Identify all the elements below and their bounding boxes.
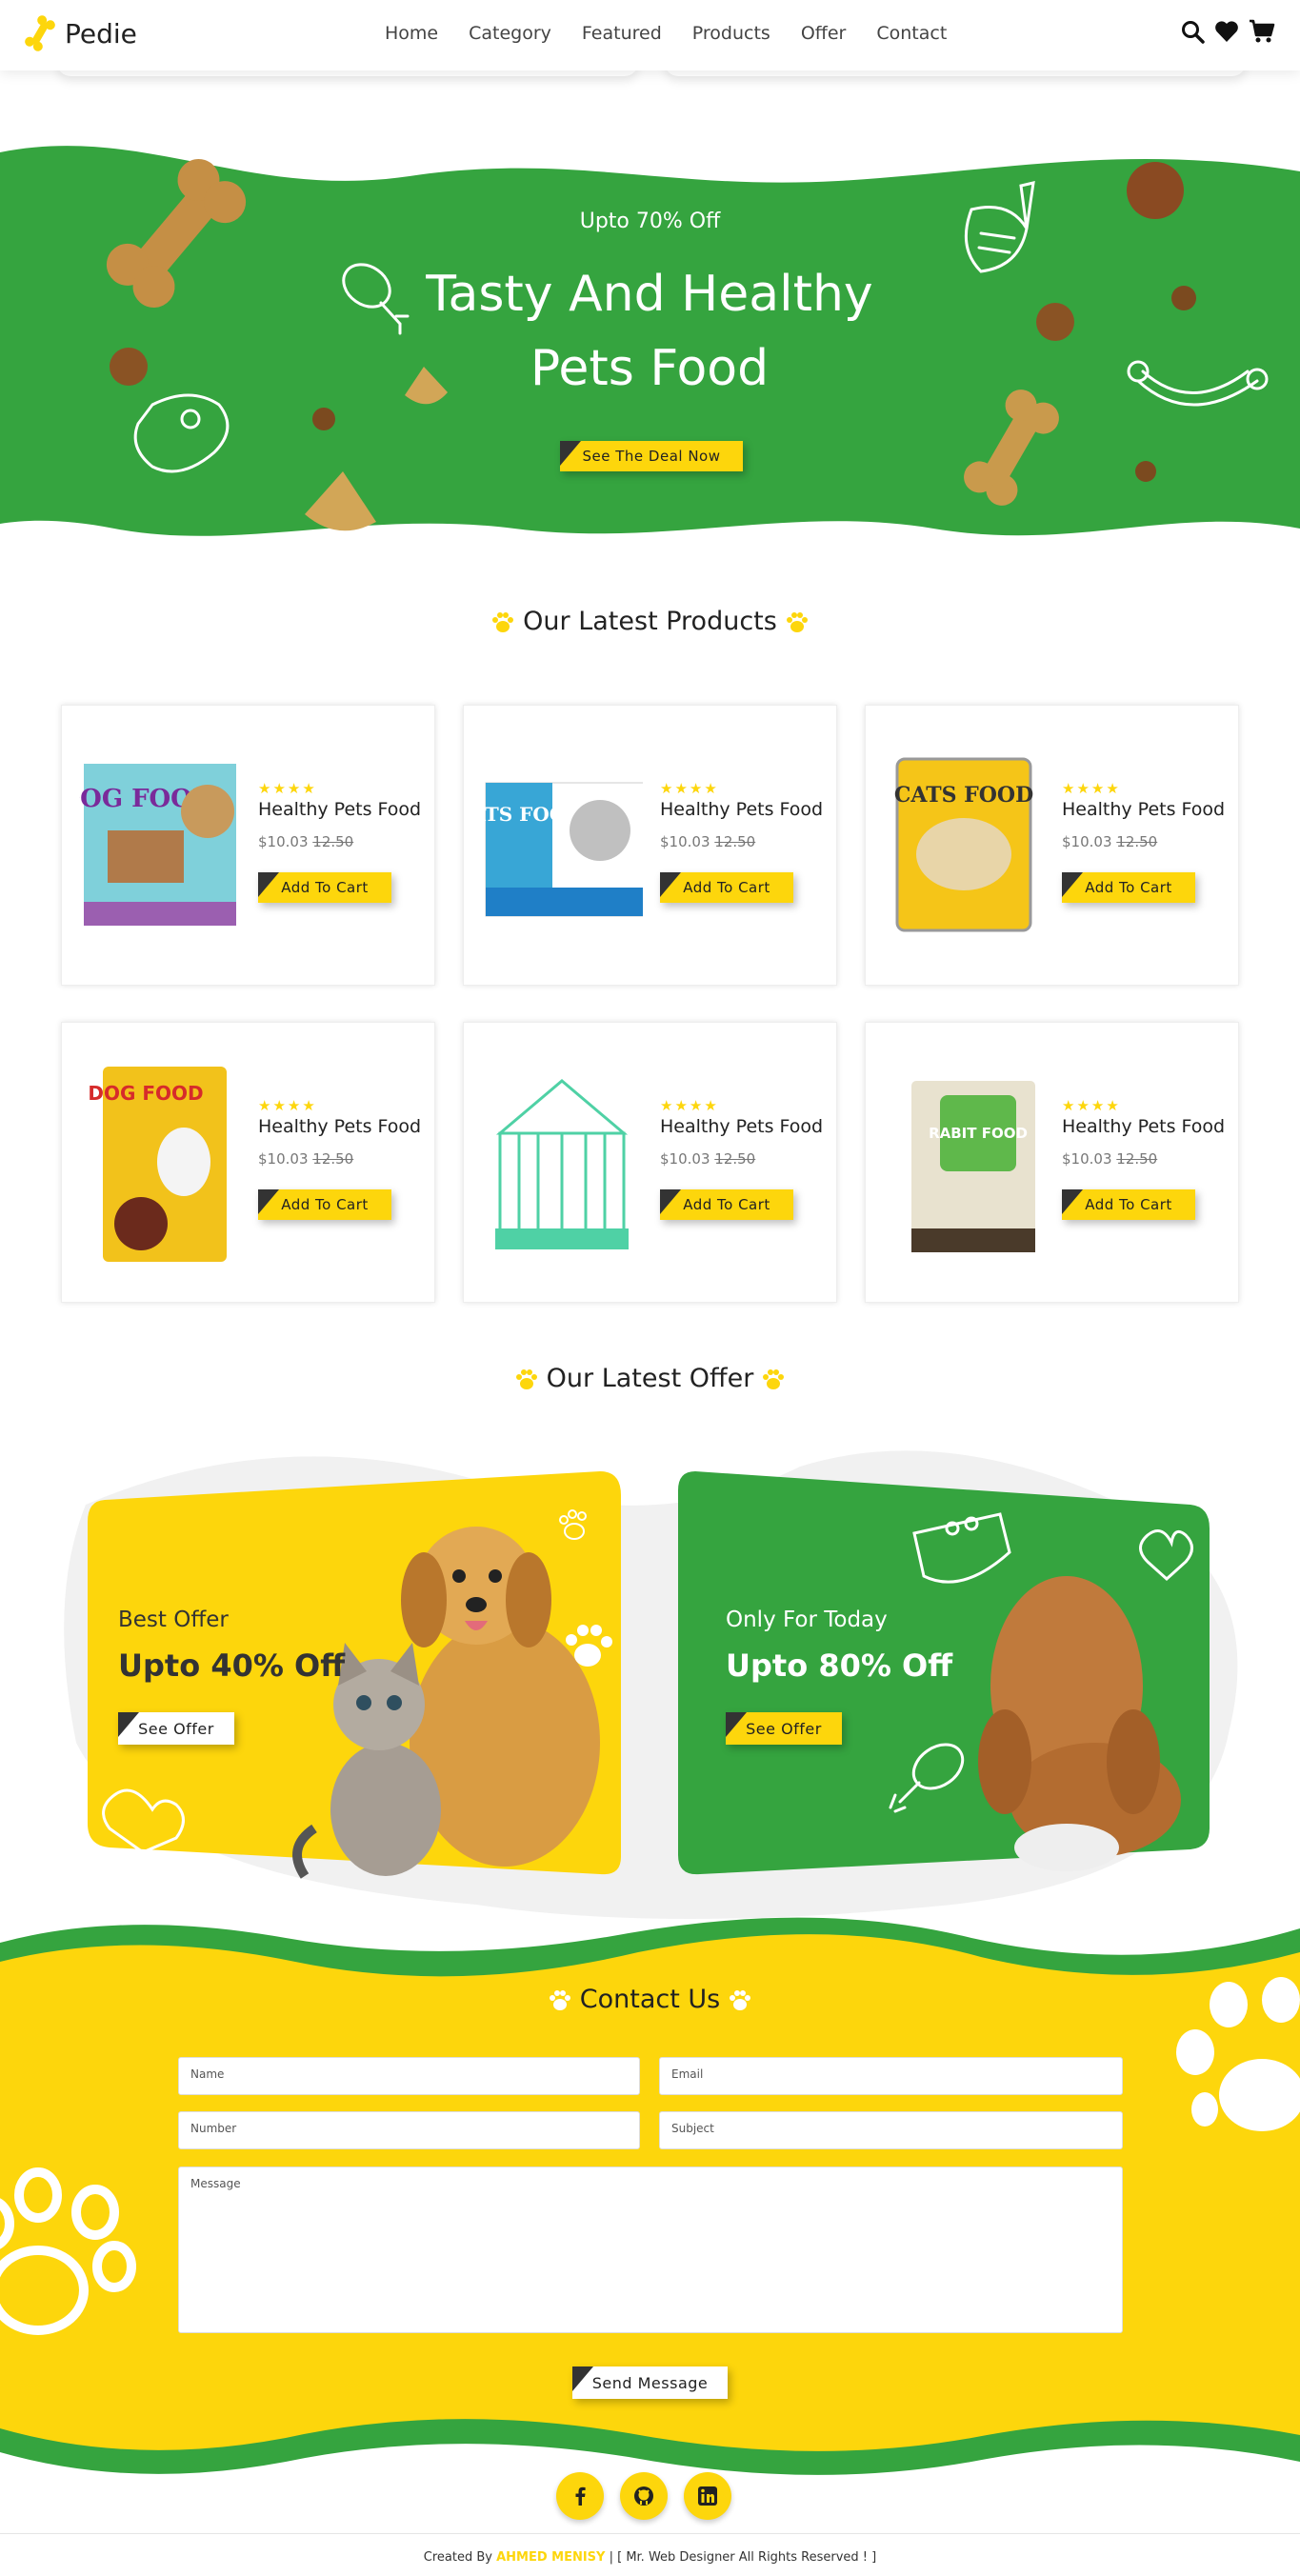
nav-contact[interactable]: Contact	[876, 23, 947, 44]
number-field[interactable]: Number	[178, 2111, 640, 2149]
product-card: DOG FOOD ★★★★ Healthy Pets Food $10.03 1…	[61, 1022, 435, 1303]
rating-stars: ★★★★	[1062, 1097, 1121, 1114]
rating-stars: ★★★★	[660, 780, 719, 797]
add-to-cart-button[interactable]: Add To Cart	[258, 1189, 391, 1220]
header-icons	[1180, 19, 1275, 44]
logo-text: Pedie	[65, 17, 137, 50]
add-to-cart-button[interactable]: Add To Cart	[660, 1189, 793, 1220]
search-icon[interactable]	[1180, 19, 1205, 44]
offer-label: Only For Today	[726, 1608, 888, 1632]
svg-text:DOG FOOD: DOG FOOD	[88, 1082, 203, 1105]
offers-section-title: Our Latest Offer	[0, 1364, 1300, 1393]
product-price: $10.03 12.50	[660, 833, 756, 850]
facebook-icon[interactable]	[556, 2472, 604, 2520]
add-to-cart-button[interactable]: Add To Cart	[660, 872, 793, 903]
linkedin-icon[interactable]	[684, 2472, 731, 2520]
product-name: Healthy Pets Food	[660, 799, 824, 820]
nav-category[interactable]: Category	[469, 23, 551, 44]
logo[interactable]: Pedie	[25, 13, 137, 53]
rating-stars: ★★★★	[1062, 780, 1121, 797]
hero-title: Tasty And Healthy Pets Food	[411, 257, 888, 406]
kibble-image	[1036, 303, 1074, 341]
nav-offer[interactable]: Offer	[801, 23, 847, 44]
site-header: Pedie Home Category Featured Products Of…	[0, 0, 1300, 70]
offer-label: Best Offer	[118, 1608, 229, 1632]
page: Pedie Home Category Featured Products Of…	[0, 0, 1300, 2576]
hero-title-line: Pets Food	[530, 340, 770, 397]
kibble-image	[110, 348, 148, 386]
product-price: $10.03 12.50	[1062, 833, 1158, 850]
nav-featured[interactable]: Featured	[582, 23, 662, 44]
main-nav: Home Category Featured Products Offer Co…	[385, 23, 947, 44]
author-link[interactable]: AHMED MENISY	[496, 2550, 605, 2565]
offers-title-text: Our Latest Offer	[546, 1364, 754, 1393]
products-title-text: Our Latest Products	[523, 607, 777, 636]
product-name: Healthy Pets Food	[1062, 1116, 1226, 1137]
offer-headline: Upto 80% Off	[726, 1647, 953, 1684]
add-to-cart-button[interactable]: Add To Cart	[1062, 1189, 1195, 1220]
rating-stars: ★★★★	[660, 1097, 719, 1114]
email-field[interactable]: Email	[659, 2057, 1123, 2095]
bird-cage-image	[495, 1079, 629, 1249]
paw-icon	[492, 611, 514, 632]
paw-icon	[786, 611, 808, 632]
subject-field[interactable]: Subject	[659, 2111, 1123, 2149]
name-field[interactable]: Name	[178, 2057, 640, 2095]
svg-text:CATS FOOD: CATS FOOD	[894, 783, 1033, 808]
product-name: Healthy Pets Food	[258, 799, 422, 820]
products-section-title: Our Latest Products	[0, 607, 1300, 636]
product-price: $10.03 12.50	[1062, 1150, 1158, 1168]
cat-food-pack-image: CATS FOOD	[481, 782, 643, 917]
product-price: $10.03 12.50	[660, 1150, 756, 1168]
footer-divider	[0, 2533, 1300, 2534]
product-price: $10.03 12.50	[258, 833, 354, 850]
kibble-image	[1135, 461, 1156, 482]
see-offer-button[interactable]: See Offer	[118, 1712, 234, 1745]
product-price: $10.03 12.50	[258, 1150, 354, 1168]
nav-products[interactable]: Products	[692, 23, 770, 44]
message-textarea[interactable]: Message	[178, 2167, 1123, 2333]
see-offer-button[interactable]: See Offer	[726, 1712, 842, 1745]
rating-stars: ★★★★	[258, 1097, 317, 1114]
offer-headline: Upto 40% Off	[118, 1647, 346, 1684]
paw-icon	[730, 1989, 751, 2010]
product-name: Healthy Pets Food	[660, 1116, 824, 1137]
product-card: CATS FOOD ★★★★ Healthy Pets Food $10.03 …	[865, 705, 1239, 986]
send-message-button[interactable]: Send Message	[572, 2366, 728, 2399]
svg-text:RABIT FOOD: RABIT FOOD	[929, 1125, 1028, 1142]
rabbit-food-bag-image: RABIT FOOD	[911, 1081, 1035, 1252]
cat-food-can-image: CATS FOOD	[894, 757, 1033, 932]
kibble-image	[1171, 286, 1196, 310]
nav-home[interactable]: Home	[385, 23, 438, 44]
product-card: ★★★★ Healthy Pets Food $10.03 12.50 Add …	[463, 1022, 837, 1303]
hero-title-line: Tasty And Healthy	[426, 266, 873, 323]
product-name: Healthy Pets Food	[1062, 799, 1226, 820]
add-to-cart-button[interactable]: Add To Cart	[1062, 872, 1195, 903]
paw-icon	[549, 1989, 570, 2010]
svg-text:CATS FOOD: CATS FOOD	[481, 803, 583, 826]
product-name: Healthy Pets Food	[258, 1116, 422, 1137]
product-card: RABIT FOOD ★★★★ Healthy Pets Food $10.03…	[865, 1022, 1239, 1303]
see-deal-button[interactable]: See The Deal Now	[560, 441, 743, 471]
kibble-image	[312, 408, 335, 430]
rating-stars: ★★★★	[258, 780, 317, 797]
bone-logo-icon	[25, 15, 55, 51]
product-card: DOG FOOD ★★★★ Healthy Pets Food $10.03 1…	[61, 705, 435, 986]
contact-section-title: Contact Us	[0, 1985, 1300, 2014]
add-to-cart-button[interactable]: Add To Cart	[258, 872, 391, 903]
hero-subtitle: Upto 70% Off	[579, 210, 721, 233]
paw-icon	[515, 1368, 537, 1389]
dog-food-bag-image: DOG FOOD	[88, 1067, 227, 1262]
heart-icon[interactable]	[1214, 20, 1239, 43]
cart-icon[interactable]	[1249, 19, 1275, 44]
footer-credit: Created By AHMED MENISY | [ Mr. Web Desi…	[423, 2550, 877, 2565]
contact-title-text: Contact Us	[579, 1985, 721, 2014]
paw-icon	[763, 1368, 785, 1389]
github-icon[interactable]	[620, 2472, 668, 2520]
product-card: CATS FOOD ★★★★ Healthy Pets Food $10.03 …	[463, 705, 837, 986]
dog-food-box-image: DOG FOOD	[79, 764, 236, 926]
